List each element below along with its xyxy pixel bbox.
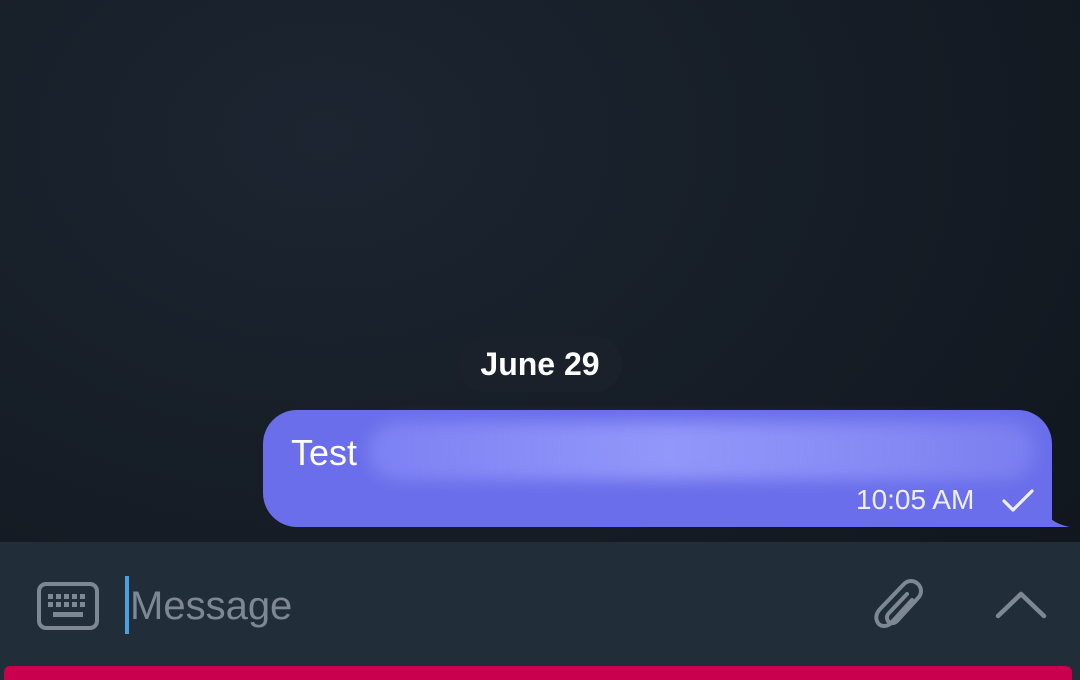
text-caret	[125, 576, 129, 634]
date-separator: June 29	[458, 336, 622, 392]
redacted-message-text	[368, 422, 1036, 480]
check-icon	[1002, 489, 1034, 512]
bottom-banner-strip	[4, 666, 1072, 680]
message-time: 10:05 AM	[856, 484, 975, 515]
message-input[interactable]	[130, 578, 830, 634]
chevron-up-icon[interactable]	[994, 586, 1048, 622]
message-text: Test	[291, 432, 358, 473]
bubble-tail	[1040, 495, 1070, 527]
chat-screen: June 29 Test 10:05 AM	[0, 0, 1080, 680]
keyboard-icon[interactable]	[36, 581, 100, 631]
paperclip-icon[interactable]	[872, 578, 928, 636]
date-separator-label: June 29	[480, 345, 600, 382]
